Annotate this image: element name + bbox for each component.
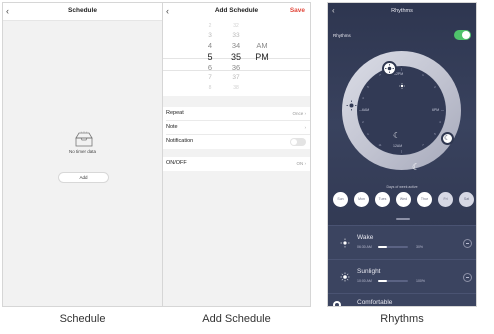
- rhythms-title: Rhythms: [391, 8, 413, 14]
- ampm-wheel[interactable]: AM PM: [253, 41, 271, 63]
- hour-option[interactable]: 7: [203, 73, 217, 83]
- onoff-row[interactable]: ON/OFF ON ›: [163, 157, 310, 171]
- sleep-time-handle[interactable]: ☾: [412, 157, 424, 172]
- sunrise-icon: [340, 238, 350, 248]
- rhythm-clock-ring[interactable]: 1245 7 11 1 2 457 12PM 6AM 6PM 12AM ☾ ☾ …: [341, 50, 462, 172]
- sun-icon: [346, 100, 357, 111]
- onoff-value: ON ›: [296, 161, 306, 166]
- minute-option[interactable]: 32: [227, 21, 245, 31]
- chevron-right-icon: ›: [304, 161, 307, 166]
- caption-schedule: Schedule: [59, 313, 106, 325]
- caption-rhythms: Rhythms: [380, 313, 424, 325]
- schedule-header: ‹ Schedule: [3, 3, 162, 21]
- ampm-selected[interactable]: PM: [253, 51, 271, 63]
- note-label: Note: [166, 124, 178, 130]
- add-button[interactable]: Add: [58, 172, 109, 183]
- sun-icon: [399, 83, 405, 89]
- rhythms-toggle-label: Rhythms: [333, 33, 351, 38]
- brightness-bar-fill: [378, 280, 387, 282]
- day-fri[interactable]: Fri: [438, 192, 453, 207]
- chevron-right-icon: ›: [304, 125, 307, 130]
- repeat-value: Once ›: [292, 111, 306, 116]
- ring-label-right: 6PM: [432, 108, 440, 112]
- chevron-right-icon: ›: [304, 111, 307, 116]
- hour-option[interactable]: 4: [203, 41, 217, 51]
- rhythm-time: 10:00 AM: [357, 279, 372, 283]
- add-schedule-title: Add Schedule: [214, 7, 259, 14]
- brightness-bar: [378, 280, 408, 282]
- caption-add-schedule: Add Schedule: [202, 313, 271, 325]
- rhythm-name: Wake: [357, 234, 374, 241]
- rhythms-toggle[interactable]: [454, 30, 471, 40]
- schedule-title: Schedule: [68, 7, 97, 14]
- notification-row: Notification: [163, 135, 310, 149]
- minute-wheel[interactable]: 32 33 34 35 36 37 38: [227, 21, 245, 93]
- hour-option[interactable]: 8: [203, 83, 217, 93]
- minus-circle-icon[interactable]: [463, 239, 472, 248]
- rhythm-time: 06:30 AM: [357, 245, 372, 249]
- evening-time-handle[interactable]: ☾: [441, 132, 454, 145]
- rhythms-header: ‹ Rhythms: [328, 3, 476, 21]
- drawer-handle[interactable]: [396, 218, 410, 220]
- notification-label: Notification: [166, 138, 194, 144]
- days-active-title: Days of week active: [386, 185, 418, 189]
- onoff-value-text: ON: [296, 161, 304, 166]
- brightness-bar-fill: [378, 246, 387, 248]
- hour-selected[interactable]: 5: [203, 51, 217, 63]
- day-thur[interactable]: Thur: [417, 192, 432, 207]
- minute-option[interactable]: 34: [227, 41, 245, 51]
- rhythm-brightness: 100%: [416, 279, 425, 283]
- minute-option[interactable]: 33: [227, 31, 245, 41]
- add-schedule-screen: ‹ Add Schedule Save 2 3 4 5 6 7 8 32 33 …: [162, 2, 311, 307]
- ring-label-bottom: 12AM: [393, 144, 403, 148]
- add-schedule-header: ‹ Add Schedule Save: [163, 3, 310, 21]
- svg-text:11: 11: [378, 143, 381, 147]
- hour-option[interactable]: 6: [203, 63, 217, 73]
- days-of-week: Sun Mon Tues Wed Thur Fri Sat: [333, 192, 474, 207]
- repeat-label: Repeat: [166, 110, 184, 116]
- minute-option[interactable]: 37: [227, 73, 245, 83]
- hour-option[interactable]: 2: [203, 21, 217, 31]
- moon-icon: ☾: [444, 135, 451, 142]
- save-button[interactable]: Save: [290, 7, 305, 14]
- ampm-option[interactable]: AM: [253, 41, 271, 51]
- repeat-row[interactable]: Repeat Once ›: [163, 107, 310, 121]
- moon-icon: ☾: [412, 162, 421, 172]
- hour-wheel[interactable]: 2 3 4 5 6 7 8: [203, 21, 217, 93]
- notification-toggle[interactable]: [290, 138, 306, 146]
- sun-time-handle[interactable]: [345, 99, 358, 112]
- empty-area: [163, 190, 310, 306]
- wake-time-handle[interactable]: [382, 61, 397, 76]
- day-sun[interactable]: Sun: [333, 192, 348, 207]
- note-row[interactable]: Note ›: [163, 121, 310, 135]
- minus-circle-icon[interactable]: [463, 273, 472, 282]
- schedule-screen: ‹ Schedule No timer data Add: [2, 2, 163, 307]
- day-wed[interactable]: Wed: [396, 192, 411, 207]
- brightness-bar: [378, 246, 408, 248]
- day-tues[interactable]: Tues: [375, 192, 390, 207]
- minute-option[interactable]: 38: [227, 83, 245, 93]
- empty-inbox-icon: [75, 131, 93, 147]
- empty-state-text: No timer data: [68, 149, 96, 154]
- rhythm-brightness: 30%: [416, 245, 424, 249]
- rhythm-name: Sunlight: [357, 268, 381, 275]
- minute-option[interactable]: 36: [227, 63, 245, 73]
- moon-icon: ☾: [393, 131, 401, 140]
- cloud-icon: [333, 301, 341, 306]
- day-mon[interactable]: Mon: [354, 192, 369, 207]
- sun-icon: [340, 272, 350, 282]
- minute-selected[interactable]: 35: [227, 51, 245, 63]
- repeat-value-text: Once: [292, 111, 304, 116]
- ring-label-left: 6AM: [362, 108, 370, 112]
- rhythm-card-comfortable[interactable]: Comfortable: [328, 293, 476, 306]
- time-picker[interactable]: 2 3 4 5 6 7 8 32 33 34 35 36 37 38 AM PM: [163, 21, 310, 96]
- sunrise-icon: [385, 64, 394, 73]
- rhythm-name: Comfortable: [357, 299, 393, 306]
- hour-option[interactable]: 3: [203, 31, 217, 41]
- rhythm-ring-graphic: 1245 71112 457: [342, 51, 461, 170]
- day-sat[interactable]: Sat: [459, 192, 474, 207]
- onoff-label: ON/OFF: [166, 160, 187, 166]
- rhythms-screen: ‹ Rhythms Rhythms 1245 7 11 1 2 4 5 7 12…: [327, 2, 477, 307]
